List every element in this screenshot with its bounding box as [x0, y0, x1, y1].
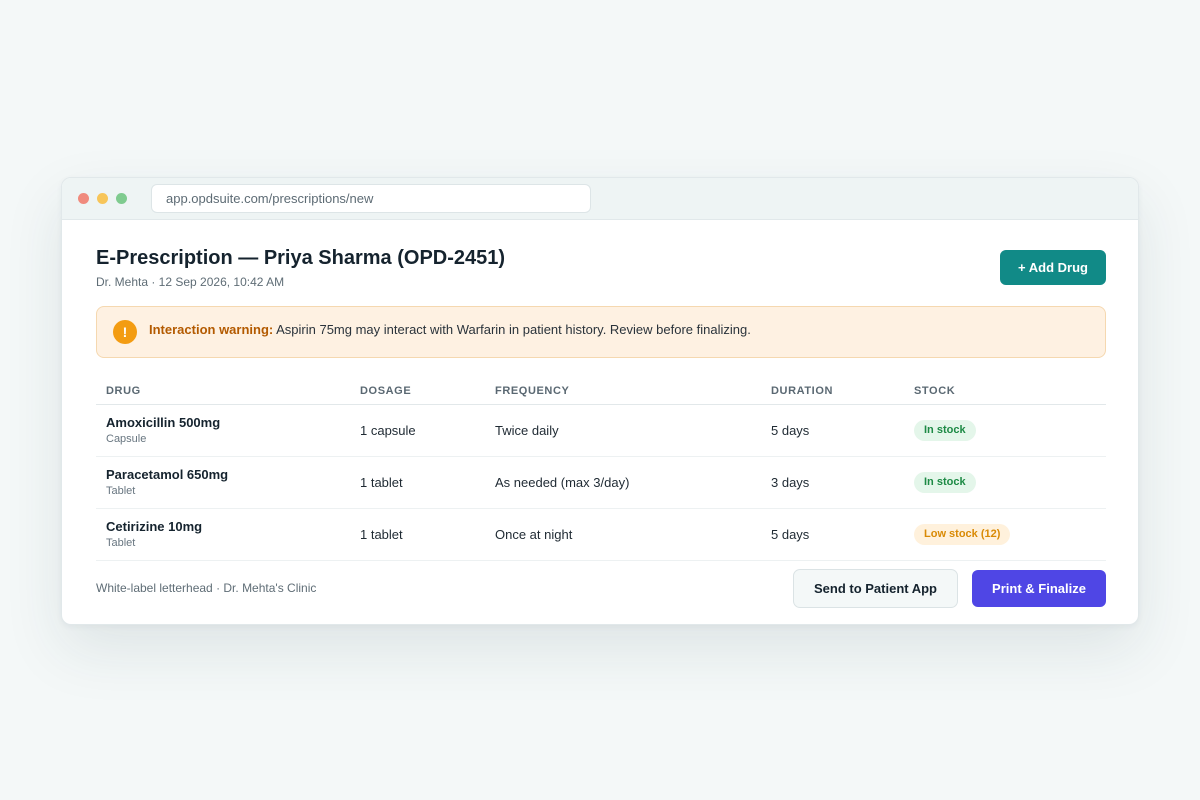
- stock-badge: In stock: [914, 419, 976, 441]
- stock-cell: In stock: [904, 456, 1106, 509]
- frequency-cell: Twice daily: [485, 404, 761, 457]
- table-header-row: DRUG DOSAGE FREQUENCY DURATION STOCK: [96, 378, 1106, 405]
- dosage-cell: 1 tablet: [350, 508, 485, 561]
- drug-name: Amoxicillin 500mg: [106, 415, 221, 430]
- warning-message: Aspirin 75mg may interact with Warfarin …: [273, 322, 751, 337]
- browser-window: app.opdsuite.com/prescriptions/new E-Pre…: [61, 177, 1139, 625]
- stock-badge: In stock: [914, 471, 976, 493]
- duration-cell: 5 days: [761, 404, 904, 457]
- letterhead-note: White-label letterhead · Dr. Mehta's Cli…: [96, 581, 317, 595]
- close-window-dot[interactable]: [78, 193, 89, 204]
- column-header-dosage: DOSAGE: [350, 378, 485, 405]
- table-row[interactable]: Paracetamol 650mg Tablet 1 tablet As nee…: [96, 456, 1106, 509]
- interaction-warning-banner: ! Interaction warning: Aspirin 75mg may …: [96, 306, 1106, 358]
- address-bar[interactable]: app.opdsuite.com/prescriptions/new: [151, 184, 591, 213]
- dosage-cell: 1 tablet: [350, 456, 485, 509]
- stock-badge: Low stock (12): [914, 523, 1011, 545]
- duration-cell: 3 days: [761, 456, 904, 509]
- dosage-cell: 1 capsule: [350, 404, 485, 457]
- duration-cell: 5 days: [761, 508, 904, 561]
- warning-text: Interaction warning: Aspirin 75mg may in…: [149, 322, 751, 337]
- drug-form: Capsule: [106, 433, 147, 445]
- browser-titlebar: app.opdsuite.com/prescriptions/new: [62, 178, 1138, 220]
- frequency-cell: Once at night: [485, 508, 761, 561]
- warning-label: Interaction warning:: [149, 322, 274, 337]
- drug-cell: Cetirizine 10mg Tablet: [96, 508, 350, 561]
- column-header-stock: STOCK: [904, 378, 1106, 405]
- drug-form: Tablet: [106, 485, 136, 497]
- drug-cell: Paracetamol 650mg Tablet: [96, 456, 350, 509]
- table-row[interactable]: Cetirizine 10mg Tablet 1 tablet Once at …: [96, 508, 1106, 561]
- drug-cell: Amoxicillin 500mg Capsule: [96, 404, 350, 457]
- send-to-patient-app-button[interactable]: Send to Patient App: [793, 569, 958, 608]
- drug-name: Paracetamol 650mg: [106, 467, 229, 482]
- page-title: E-Prescription — Priya Sharma (OPD-2451): [96, 247, 506, 269]
- table-row[interactable]: Amoxicillin 500mg Capsule 1 capsule Twic…: [96, 404, 1106, 457]
- column-header-duration: DURATION: [761, 378, 904, 405]
- column-header-frequency: FREQUENCY: [485, 378, 761, 405]
- warning-icon: !: [113, 320, 137, 344]
- page-subtitle: Dr. Mehta · 12 Sep 2026, 10:42 AM: [96, 275, 285, 289]
- drug-name: Cetirizine 10mg: [106, 519, 203, 534]
- print-finalize-button[interactable]: Print & Finalize: [972, 570, 1106, 607]
- drug-table: DRUG DOSAGE FREQUENCY DURATION STOCK Amo…: [96, 378, 1106, 561]
- stock-cell: In stock: [904, 404, 1106, 457]
- frequency-cell: As needed (max 3/day): [485, 456, 761, 509]
- minimize-window-dot[interactable]: [97, 193, 108, 204]
- stock-cell: Low stock (12): [904, 508, 1106, 561]
- add-drug-button[interactable]: + Add Drug: [1000, 250, 1106, 285]
- column-header-drug: DRUG: [96, 378, 350, 405]
- maximize-window-dot[interactable]: [116, 193, 127, 204]
- drug-form: Tablet: [106, 537, 136, 549]
